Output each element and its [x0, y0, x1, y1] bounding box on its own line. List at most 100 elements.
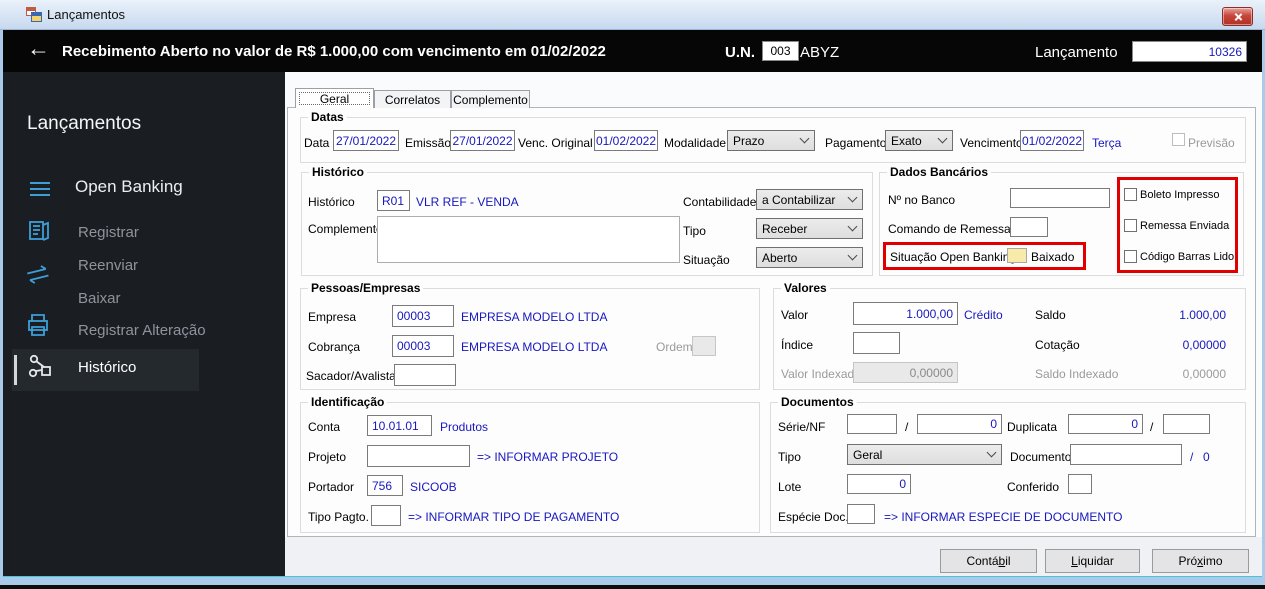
sidebar-item-reenviar[interactable]: Reenviar [78, 257, 138, 274]
proximo-button[interactable]: Pró x imo [1152, 549, 1249, 573]
portador-label: Portador [308, 480, 355, 494]
hamburger-menu-icon[interactable] [29, 181, 51, 197]
group-historico-legend: Histórico [309, 165, 368, 179]
vencimento-input[interactable]: 01/02/2022 [1020, 130, 1084, 151]
nf-input[interactable]: 0 [917, 414, 1002, 434]
saldo-value: 1.000,00 [1179, 308, 1226, 322]
window: Lançamentos ← Recebimento Aberto no valo… [0, 0, 1265, 589]
app-icon [26, 7, 42, 23]
empresa-label: Empresa [308, 310, 357, 324]
close-icon [1233, 12, 1242, 21]
venc-original-input[interactable]: 01/02/2022 [594, 130, 658, 151]
especie-doc-hint: => INFORMAR ESPECIE DE DOCUMENTO [884, 510, 1123, 524]
pagamento-select[interactable]: Exato [885, 130, 953, 151]
n-banco-input[interactable] [1010, 188, 1110, 208]
sidebar-item-registrar[interactable]: Registrar [78, 224, 139, 241]
documento-input[interactable] [1070, 444, 1182, 465]
duplicata-label: Duplicata [1007, 420, 1058, 434]
duplicata-slash: / [1150, 420, 1154, 434]
printer-icon[interactable] [26, 313, 50, 337]
portador-input[interactable]: 756 [367, 475, 403, 496]
valor-input[interactable]: 1.000,00 [853, 302, 958, 325]
documento-slash: / [1190, 450, 1194, 464]
conta-input[interactable]: 10.01.01 [367, 415, 432, 436]
duplicata-seq-input[interactable] [1163, 414, 1210, 434]
group-identificacao-legend: Identificação [308, 395, 388, 409]
historico-label: Histórico [308, 195, 355, 209]
portador-desc: SICOOB [410, 480, 457, 494]
conta-label: Conta [308, 420, 341, 434]
contabilidade-select[interactable]: a Contabilizar [756, 189, 863, 210]
chevron-down-icon [799, 133, 810, 144]
history-flow-icon[interactable] [28, 354, 52, 378]
boleto-impresso-checkbox[interactable] [1124, 188, 1137, 201]
remessa-enviada-checkbox[interactable] [1124, 219, 1137, 232]
register-document-icon[interactable] [27, 219, 51, 243]
historico-code-input[interactable]: R01 [377, 190, 410, 211]
swap-arrows-icon[interactable] [25, 264, 51, 286]
projeto-input[interactable] [367, 445, 470, 467]
valor-indexado-input[interactable]: 0,00000 [853, 362, 958, 383]
especie-doc-label: Espécie Doc. [778, 510, 849, 524]
cobranca-input[interactable]: 00003 [392, 335, 454, 357]
serie-slash: / [905, 420, 909, 434]
modalidade-label: Modalidade [664, 136, 727, 150]
valor-label: Valor [781, 308, 809, 322]
indice-input[interactable] [853, 332, 900, 354]
credito-label: Crédito [964, 308, 1003, 322]
tipo-label: Tipo [683, 224, 706, 238]
sidebar-item-baixar[interactable]: Baixar [78, 290, 121, 307]
close-button[interactable] [1222, 7, 1253, 26]
data-input[interactable]: 27/01/2022 [333, 130, 399, 151]
lote-input[interactable]: 0 [847, 474, 911, 494]
lancamento-label: Lançamento [1035, 44, 1118, 61]
un-input[interactable]: 003 [762, 41, 799, 61]
sidebar-section-open-banking[interactable]: Open Banking [75, 177, 183, 197]
boleto-impresso-label: Boleto Impresso [1140, 189, 1220, 201]
sidebar-title: Lançamentos [27, 113, 142, 134]
situacao-select[interactable]: Aberto [756, 247, 863, 268]
header-title: Recebimento Aberto no valor de R$ 1.000,… [62, 43, 606, 60]
group-valores-legend: Valores [781, 281, 830, 295]
emissao-input[interactable]: 27/01/2022 [450, 130, 515, 151]
group-datas-legend: Datas [308, 110, 347, 124]
pagamento-label: Pagamento [825, 136, 887, 150]
contabil-button[interactable]: Contá b il [940, 549, 1037, 573]
sidebar-selected-indicator [14, 355, 17, 385]
indice-label: Índice [781, 338, 814, 352]
back-arrow-icon[interactable]: ← [27, 35, 50, 62]
documento-label: Documento [1010, 450, 1072, 464]
projeto-hint: => INFORMAR PROJETO [477, 450, 619, 464]
modalidade-select[interactable]: Prazo [727, 130, 815, 151]
situacao-open-banking-swatch [1007, 248, 1027, 263]
valor-indexado-label: Valor Indexado [781, 367, 861, 381]
ordem-input[interactable] [692, 336, 716, 356]
comando-remessa-input[interactable] [1010, 217, 1048, 237]
tab-complemento[interactable]: Complemento [451, 90, 530, 108]
conferido-input[interactable] [1068, 474, 1092, 494]
previsao-checkbox[interactable] [1172, 133, 1185, 146]
sidebar-item-registrar-alteracao[interactable]: Registrar Alteração [78, 322, 206, 339]
chevron-down-icon [847, 250, 858, 261]
liquidar-button[interactable]: Liquidar [1045, 549, 1140, 573]
situacao-label: Situação [683, 253, 730, 267]
tab-geral[interactable]: Geral [295, 88, 374, 108]
complemento-textarea[interactable] [377, 216, 680, 263]
codigo-barras-lido-checkbox[interactable] [1124, 250, 1137, 263]
tab-correlatos[interactable]: Correlatos [374, 90, 451, 108]
sacador-input[interactable] [394, 364, 456, 386]
sacador-label: Sacador/Avalista [306, 369, 396, 383]
empresa-input[interactable]: 00003 [392, 305, 454, 327]
doc-tipo-select[interactable]: Geral [847, 444, 1002, 465]
tipo-select[interactable]: Receber [756, 218, 863, 239]
serie-input[interactable] [847, 414, 897, 434]
especie-doc-input[interactable] [847, 504, 875, 524]
un-name: ABYZ [800, 44, 840, 61]
sidebar-item-historico[interactable]: Histórico [78, 359, 136, 376]
tipo-pagto-input[interactable] [371, 505, 401, 526]
conta-desc: Produtos [440, 420, 489, 434]
duplicata-input[interactable]: 0 [1068, 414, 1143, 434]
ordem-label: Ordem [656, 340, 693, 354]
lancamento-input[interactable]: 10326 [1132, 41, 1247, 62]
conferido-label: Conferido [1007, 480, 1060, 494]
